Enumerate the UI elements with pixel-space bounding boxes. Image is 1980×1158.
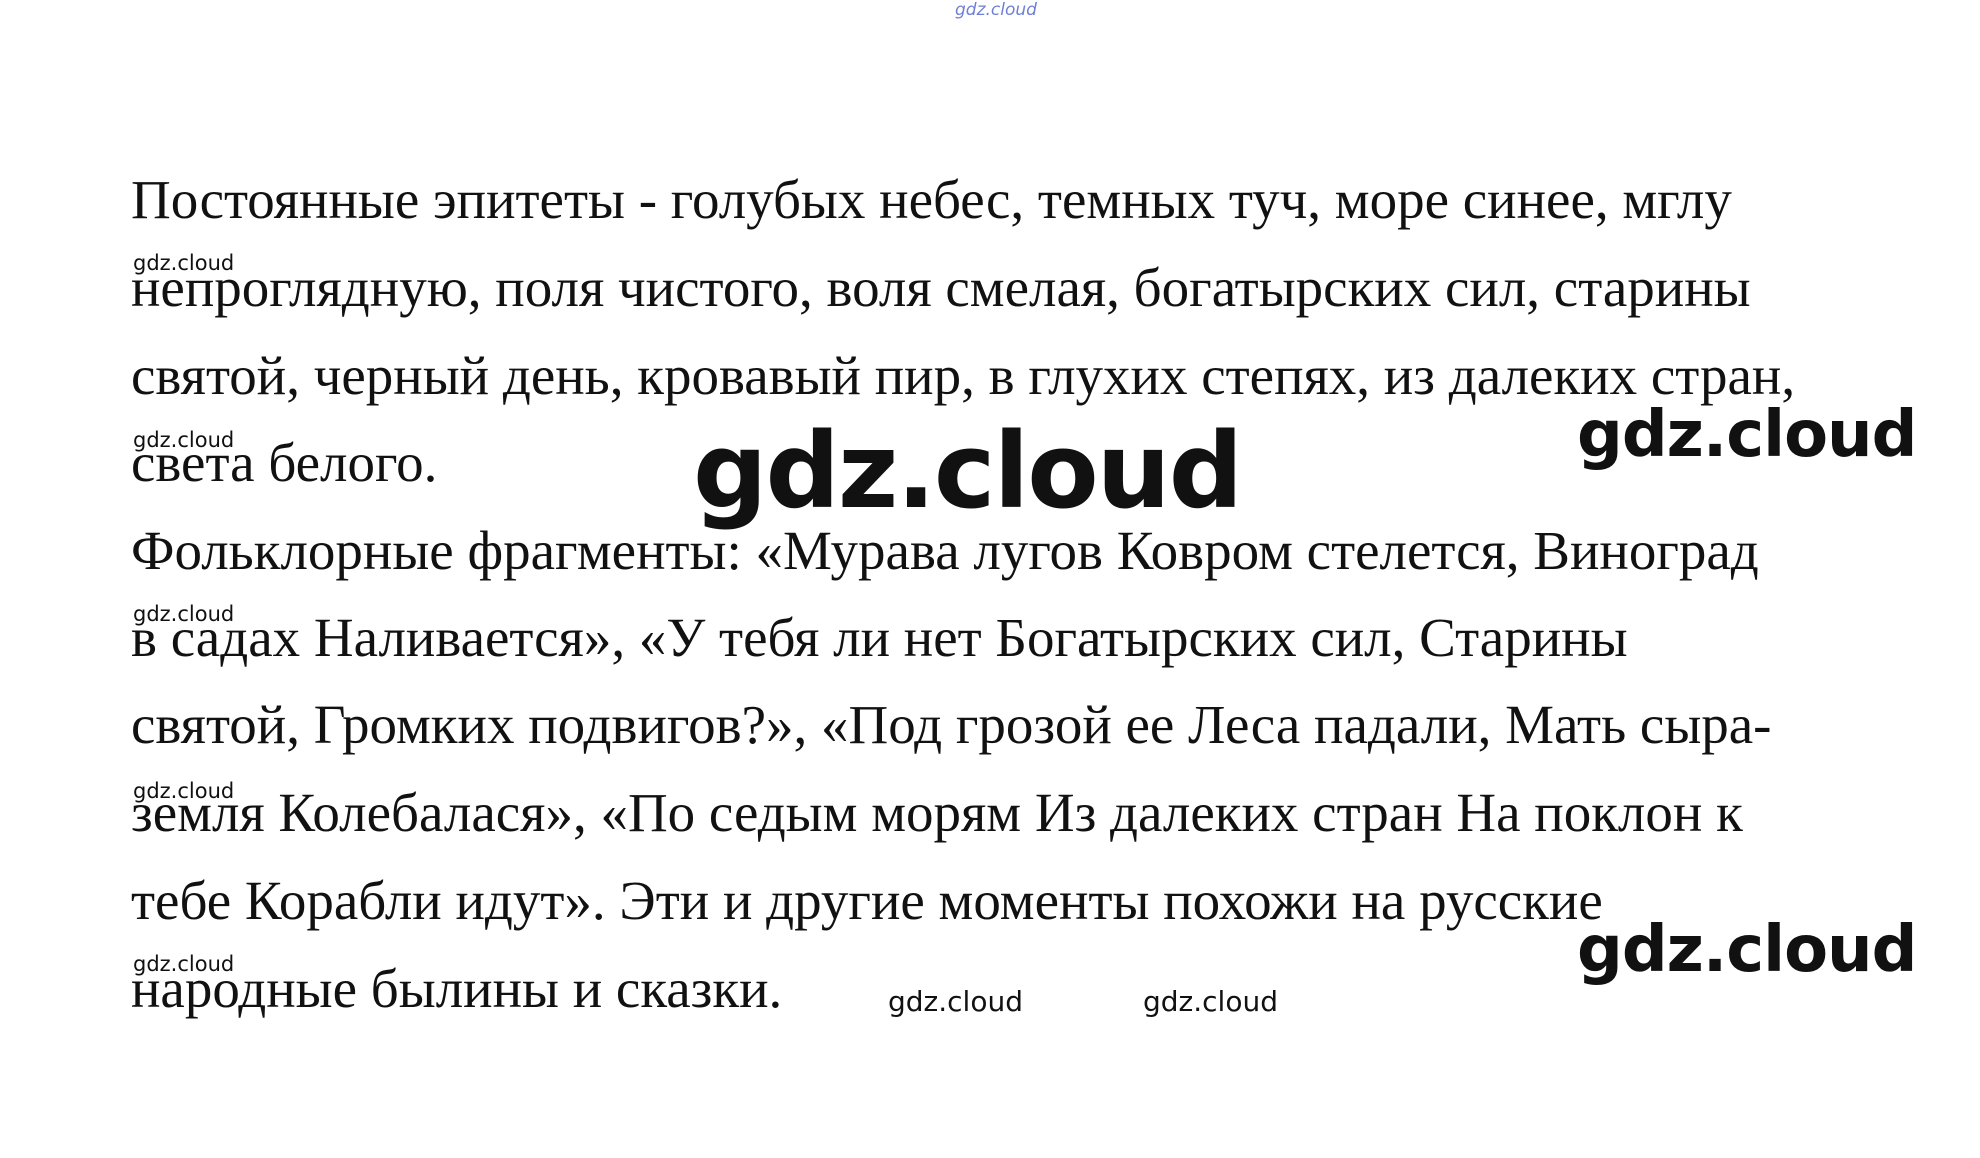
watermark-large: gdz.cloud <box>1577 913 1917 987</box>
text-line-8: земля Колебалася», «По седым морям Из да… <box>131 782 1743 843</box>
text-line-3: святой, черный день, кровавый пир, в глу… <box>131 345 1796 406</box>
text-line-2: непроглядную, поля чистого, воля смелая,… <box>131 257 1751 318</box>
text-line-7: святой, Громких подвигов?», «Под грозой … <box>131 694 1772 755</box>
text-line-10: народные былины и сказки. <box>131 958 783 1019</box>
watermark-medium: gdz.cloud <box>1143 985 1278 1018</box>
text-line-1: Постоянные эпитеты - голубых небес, темн… <box>131 169 1732 230</box>
watermark-top: gdz.cloud <box>955 0 1037 20</box>
watermark-huge: gdz.cloud <box>693 410 1243 532</box>
text-line-6: в садах Наливается», «У тебя ли нет Бога… <box>131 607 1628 668</box>
text-line-4: света белого. <box>131 432 438 493</box>
document-page: gdz.cloud Постоянные эпитеты - голубых н… <box>0 0 1980 1158</box>
text-line-5: Фольклорные фрагменты: «Мурава лугов Ков… <box>131 520 1759 581</box>
watermark-large: gdz.cloud <box>1577 398 1917 472</box>
watermark-medium: gdz.cloud <box>888 985 1023 1018</box>
text-line-9: тебе Корабли идут». Эти и другие моменты… <box>131 870 1603 931</box>
